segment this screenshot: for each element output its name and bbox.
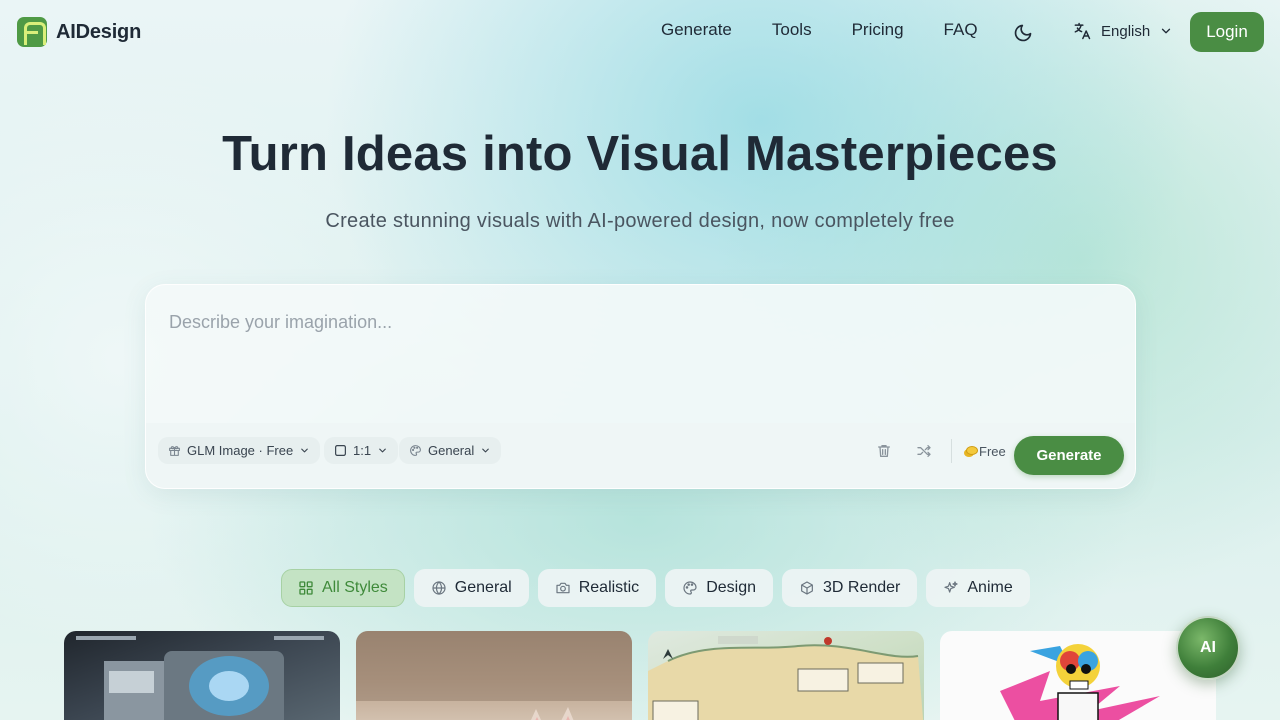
chevron-down-icon bbox=[1162, 28, 1171, 34]
prompt-toolbar: GLM Image · Free 1:1 General Free Genera… bbox=[146, 423, 1135, 488]
random-prompt-button[interactable] bbox=[914, 441, 934, 461]
style-selector[interactable]: General bbox=[399, 437, 502, 464]
palette-icon bbox=[683, 581, 697, 595]
gallery-image bbox=[648, 636, 924, 720]
sparkles-icon bbox=[944, 581, 958, 593]
filter-all-styles[interactable]: All Styles bbox=[281, 569, 405, 607]
palette-icon bbox=[410, 445, 421, 456]
moon-icon bbox=[1014, 24, 1032, 42]
gallery-image bbox=[76, 636, 324, 720]
language-selector[interactable]: English bbox=[1072, 21, 1173, 41]
filter-realistic[interactable]: Realistic bbox=[537, 569, 657, 607]
prompt-input[interactable] bbox=[146, 285, 1135, 423]
grid-icon bbox=[299, 581, 313, 595]
filter-label: Design bbox=[706, 579, 756, 596]
cube-icon bbox=[801, 581, 813, 595]
camera-icon bbox=[556, 582, 570, 594]
cost-indicator: Free bbox=[964, 444, 1006, 459]
gallery-image bbox=[1000, 644, 1160, 720]
translate-icon bbox=[1074, 22, 1091, 40]
aspect-ratio-selector[interactable]: 1:1 bbox=[324, 437, 399, 464]
gallery-card[interactable] bbox=[648, 631, 924, 720]
style-filters: All Styles General Realistic Design 3D R… bbox=[281, 569, 1030, 607]
filter-label: Anime bbox=[967, 579, 1013, 596]
chevron-down-icon bbox=[482, 448, 490, 453]
nav-link-pricing[interactable]: Pricing bbox=[852, 20, 904, 40]
nav-link-generate[interactable]: Generate bbox=[661, 20, 732, 40]
model-label: GLM Image · Free bbox=[187, 443, 294, 458]
globe-icon bbox=[432, 581, 446, 595]
page-title: Turn Ideas into Visual Masterpieces bbox=[222, 127, 1058, 181]
gallery-card[interactable] bbox=[64, 631, 340, 720]
trash-icon bbox=[878, 445, 890, 457]
chevron-down-icon bbox=[301, 448, 309, 453]
nav-link-tools[interactable]: Tools bbox=[772, 20, 812, 40]
filter-label: 3D Render bbox=[823, 579, 901, 596]
logo[interactable]: AIDesign bbox=[17, 17, 141, 47]
shuffle-icon bbox=[917, 445, 931, 457]
aspect-ratio-label: 1:1 bbox=[353, 443, 372, 458]
filter-general[interactable]: General bbox=[413, 569, 529, 607]
filter-3d-render[interactable]: 3D Render bbox=[782, 569, 918, 607]
language-label: English bbox=[1101, 22, 1151, 40]
gallery-image bbox=[356, 631, 632, 720]
page-subtitle: Create stunning visuals with AI-powered … bbox=[325, 210, 955, 232]
theme-toggle-button[interactable] bbox=[1010, 20, 1036, 46]
cost-label: Free bbox=[979, 444, 1006, 459]
gallery-card[interactable] bbox=[940, 631, 1216, 720]
gift-icon bbox=[169, 446, 180, 456]
nav-links: Generate Tools Pricing FAQ bbox=[661, 20, 1018, 40]
logo-icon bbox=[17, 17, 47, 47]
filter-anime[interactable]: Anime bbox=[926, 569, 1030, 607]
login-button[interactable]: Login bbox=[1190, 12, 1264, 52]
square-icon bbox=[335, 445, 346, 456]
clear-button[interactable] bbox=[874, 441, 894, 461]
gallery bbox=[64, 631, 1216, 720]
filter-label: General bbox=[454, 579, 512, 596]
nav-link-faq[interactable]: FAQ bbox=[944, 20, 978, 40]
prompt-card: GLM Image · Free 1:1 General bbox=[145, 284, 1136, 489]
coins-icon bbox=[964, 445, 978, 458]
model-selector[interactable]: GLM Image · Free bbox=[158, 437, 321, 464]
toolbar-divider bbox=[951, 439, 952, 463]
filter-label: Realistic bbox=[578, 579, 640, 596]
top-nav: AIDesign Generate Tools Pricing FAQ Engl… bbox=[0, 0, 1280, 64]
generate-button[interactable]: Generate bbox=[1014, 436, 1124, 475]
brand-name: AIDesign bbox=[56, 20, 142, 43]
style-label: General bbox=[428, 443, 475, 458]
chevron-down-icon bbox=[379, 448, 386, 453]
gallery-card[interactable] bbox=[356, 631, 632, 720]
filter-design[interactable]: Design bbox=[665, 569, 773, 607]
filter-label: All Styles bbox=[322, 579, 388, 596]
ai-assistant-button[interactable]: AI bbox=[1176, 616, 1240, 680]
